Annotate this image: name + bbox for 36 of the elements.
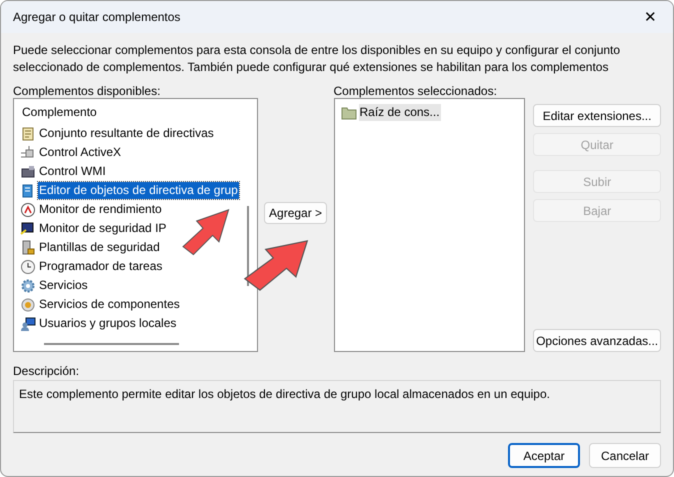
clock-icon	[20, 258, 36, 274]
column-header[interactable]: Complemento	[16, 101, 241, 124]
gear-icon	[20, 278, 36, 294]
window-title: Agregar o quitar complementos	[13, 9, 180, 26]
list-item[interactable]: Usuarios y grupos locales	[38, 315, 178, 332]
add-button[interactable]: Agregar >	[264, 202, 328, 224]
component-icon	[20, 296, 36, 312]
list-item[interactable]: Control ActiveX	[38, 144, 122, 161]
list-label: Complementos seleccionados:	[334, 84, 498, 98]
gauge-icon	[20, 202, 36, 218]
close-button[interactable]: ✕	[640, 10, 661, 24]
scrollbar-thumb[interactable]	[247, 206, 249, 286]
list-item[interactable]: Plantillas de seguridad	[38, 239, 161, 256]
list-item[interactable]: Monitor de seguridad IP	[38, 220, 168, 237]
list-item[interactable]: Servicios	[38, 277, 89, 294]
dialog-button[interactable]: Cancelar	[589, 443, 661, 468]
list-item[interactable]: Servicios de componentes	[38, 296, 181, 313]
list-item[interactable]: Control WMI	[38, 163, 107, 180]
users-icon	[20, 316, 36, 332]
list-item[interactable]: Editor de objetos de directiva de grup	[38, 182, 239, 199]
description-label: Descripción:	[13, 364, 80, 378]
list-item[interactable]: Programador de tareas	[38, 258, 164, 275]
list-item[interactable]: Monitor de rendimiento	[38, 201, 163, 218]
description-text: Este complemento permite editar los objetos de directiva de grupo local almacenados en un equipo.	[19, 387, 550, 401]
side-button[interactable]: Editar extensiones...	[533, 104, 661, 127]
intro-text: Puede seleccionar complementos para esta consola de entre los disponibles en su equipo y configurar el conjunto seleccionado de complementos. También puede configurar qué extensiones se habilitan para los complementos	[13, 42, 622, 76]
dialog-button[interactable]: Aceptar	[508, 443, 580, 468]
component-icon	[20, 144, 36, 160]
monitor-icon	[20, 220, 36, 236]
list-item[interactable]: Raíz de cons...	[358, 104, 441, 121]
folder-icon	[340, 104, 356, 120]
list-label: Complementos disponibles:	[13, 84, 162, 98]
side-button[interactable]: Opciones avanzadas...	[533, 329, 661, 352]
list-item[interactable]: Conjunto resultante de directivas	[38, 125, 215, 142]
scroll-icon	[20, 126, 36, 142]
scrollbar-thumb[interactable]	[44, 343, 179, 345]
